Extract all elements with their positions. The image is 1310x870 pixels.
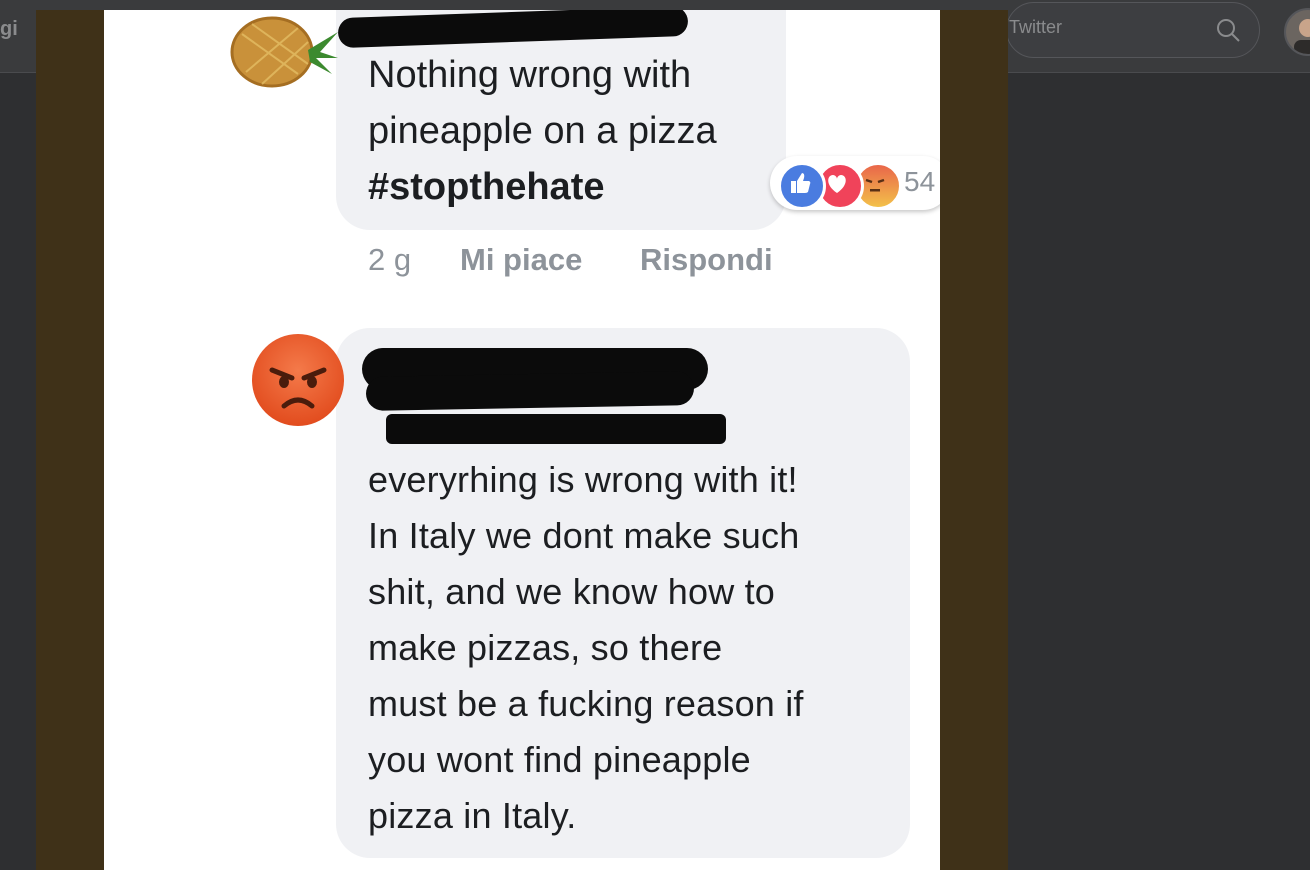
comment-text-line: you wont find pineapple	[368, 739, 751, 780]
screen: gi Twitter Nothing wrong with pineapple …	[0, 0, 1310, 870]
search-placeholder: Twitter	[1009, 17, 1063, 37]
comment-text-line: must be a fucking reason if	[368, 683, 804, 724]
top-bar-left-text: gi	[0, 18, 18, 40]
comment-text: everyrhing is wrong with it! In Italy we…	[368, 452, 804, 844]
comment-text-line: Nothing wrong with	[368, 54, 692, 96]
like-button[interactable]: Mi piace	[460, 242, 582, 278]
search-icon	[1217, 19, 1240, 42]
comment-text-line: pizza in Italy.	[368, 795, 577, 836]
redacted-name	[386, 414, 726, 444]
reply-button[interactable]: Rispondi	[640, 242, 773, 278]
user-avatar[interactable]	[1284, 8, 1310, 56]
comment-text-line: pineapple on a pizza	[368, 110, 717, 152]
angry-face-avatar-icon	[252, 334, 344, 426]
like-reaction-icon	[778, 162, 826, 210]
reaction-summary[interactable]: 54	[770, 156, 940, 210]
comment-text-line: make pizzas, so there	[368, 627, 723, 668]
comment-timestamp[interactable]: 2 g	[368, 242, 411, 278]
comment-text-line: everyrhing is wrong with it!	[368, 459, 798, 500]
reaction-count: 54	[904, 166, 936, 197]
redacted-name	[365, 371, 695, 411]
comment-text-line: In Italy we dont make such	[368, 515, 800, 556]
avatar-face-icon	[1294, 19, 1310, 54]
pineapple-avatar-icon	[230, 16, 338, 88]
hashtag-link[interactable]: #stopthehate	[368, 166, 604, 209]
search-box[interactable]: Twitter	[1006, 2, 1260, 58]
comment-screenshot: Nothing wrong with pineapple on a pizza …	[104, 10, 940, 870]
comment-text-line: shit, and we know how to	[368, 571, 776, 612]
